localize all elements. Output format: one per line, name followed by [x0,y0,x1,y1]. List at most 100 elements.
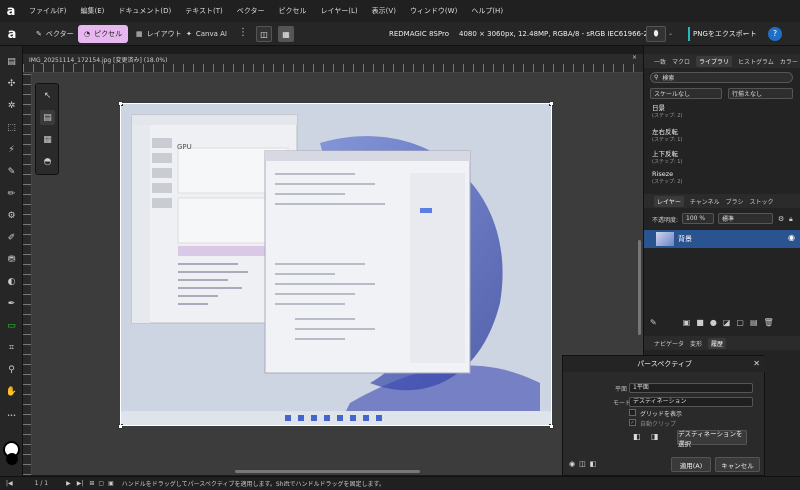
eyedropper-icon[interactable]: ⚲ [4,362,19,377]
menu-file[interactable]: ファイル(F) [22,6,74,16]
persona-pixel[interactable]: ◔ ピクセル [78,25,129,43]
live-filter-icon[interactable]: ◪ [723,318,731,327]
paint-brush-icon[interactable]: ✎ [4,164,19,179]
page-settings-icon[interactable]: ▣ [108,480,114,487]
chevron-down-icon[interactable]: ⌄ [668,30,673,37]
stamp-tool-icon[interactable]: ⛃ [4,252,19,267]
document-image[interactable]: GPU [120,103,552,426]
corner-handle-bl[interactable] [118,424,123,429]
scale-select[interactable]: スケールなし [650,88,722,99]
autoclip-checkbox[interactable]: ✓ [629,419,636,426]
help-icon[interactable]: ? [768,27,782,41]
history-item[interactable]: 日景 (ステップ: 2) [652,102,682,119]
blend-mode-select[interactable]: 標準 [718,213,773,224]
menu-window[interactable]: ウィンドウ(W) [403,6,464,16]
pointer-icon[interactable]: ↖ [40,88,55,103]
clone-tool-icon[interactable]: ⚙ [4,208,19,223]
cancel-button[interactable]: キャンセル [715,457,760,472]
menu-vector[interactable]: ベクター [230,6,272,16]
corner-handle-tl[interactable] [118,101,123,106]
export-chevron-icon[interactable]: ⌄ [742,30,747,37]
magic-wand-icon[interactable]: ⚡ [4,142,19,157]
more-tools-icon[interactable]: ••• [4,408,19,423]
plane-select[interactable]: 1平面 [629,383,753,393]
pen-tool-icon[interactable]: ✒ [4,296,19,311]
tab-histogram[interactable]: ヒストグラム [738,57,774,66]
spread-icon[interactable]: ▢ [98,480,104,487]
tab-layers[interactable]: レイヤー [654,195,684,207]
persona-layout[interactable]: ▦ レイアウト [130,25,188,43]
menu-document[interactable]: ドキュメント(D) [111,6,178,16]
brush-cluster-icon[interactable]: ✣ [4,76,19,91]
app-logo-icon[interactable]: a [0,0,22,22]
tab-library[interactable]: ライブラリ [696,55,733,67]
menu-text[interactable]: テキスト(T) [178,6,230,16]
add-layer-icon[interactable]: ▤ [750,318,758,327]
tab-color[interactable]: カラー [780,57,798,66]
group-icon[interactable]: ▢ [736,318,744,327]
dialog-close-icon[interactable]: ✕ [753,359,760,368]
mask-icon[interactable]: ■ [696,318,704,327]
export-settings-icon[interactable]: ⬮ [646,26,666,42]
crop-tool-icon[interactable]: ⌗ [4,340,19,355]
tab-match[interactable]: 一致 [654,57,666,66]
adjust-icon[interactable]: ● [710,318,717,327]
apply-button[interactable]: 適用(A) [671,457,711,472]
delete-layer-icon[interactable]: 🗑︎ [764,318,774,327]
lock-icon[interactable]: 🔒︎ [789,215,793,224]
move-tool-icon[interactable]: ▤ [4,54,19,69]
mesh-icon[interactable]: ▦ [40,132,55,147]
pixel-selection-icon[interactable]: ◫ [256,26,272,42]
add-page-icon[interactable]: ⊞ [89,480,94,487]
grid-checkbox[interactable] [629,409,636,416]
rectangle-tool-icon[interactable]: ▭ [4,318,19,333]
preview-eye-icon[interactable]: ◉ [569,460,575,468]
healing-tool-icon[interactable]: ✐ [4,230,19,245]
menu-view[interactable]: 表示(V) [365,6,403,16]
tab-channels[interactable]: チャンネル [690,197,720,206]
history-item[interactable]: 上下反転 (ステップ: 1) [652,148,682,165]
vertical-scrollbar[interactable] [638,240,641,335]
tab-transform[interactable]: 変形 [690,339,702,348]
background-color-swatch[interactable] [6,453,18,465]
corner-handle-br[interactable] [549,424,554,429]
corner-handle-tr[interactable] [549,101,554,106]
dodge-tool-icon[interactable]: ◐ [4,274,19,289]
rotate-icon[interactable]: ✲ [4,98,19,113]
history-item[interactable]: Riseze (ステップ: 2) [652,170,682,185]
tab-macro[interactable]: マクロ [672,57,690,66]
first-page-icon[interactable]: |◀ [6,480,13,487]
compare-icon[interactable]: ◫ [579,460,586,468]
rows-select[interactable]: 行揃えなし [728,88,793,99]
edit-layer-icon[interactable]: ✎ [650,318,657,327]
dest-mode-icon[interactable]: ◨ [651,432,659,441]
tab-brushes[interactable]: ブラシ [726,197,744,206]
library-search[interactable]: ⚲ 検索 [650,72,793,83]
history-item[interactable]: 左右反転 (ステップ: 1) [652,126,682,143]
grid-snap-icon[interactable]: ▦ [278,26,294,42]
menu-edit[interactable]: 編集(E) [74,6,112,16]
visibility-eye-icon[interactable]: ◉ [788,233,795,242]
tab-navigator[interactable]: ナビゲータ [654,339,684,348]
menu-pixel[interactable]: ピクセル [272,6,314,16]
persona-vector[interactable]: ✎ ベクター [30,25,80,43]
horizontal-scrollbar[interactable] [235,470,420,473]
source-mode-icon[interactable]: ◧ [633,432,641,441]
split-icon[interactable]: ◧ [590,460,597,468]
close-icon[interactable]: × [632,54,637,61]
last-page-icon[interactable]: ▶| [77,480,84,487]
sphere-icon[interactable]: ◓ [40,154,55,169]
persona-canva-ai[interactable]: ✦ Canva AI [180,25,233,43]
menu-layer[interactable]: レイヤー(L) [314,6,365,16]
tab-history[interactable]: 履歴 [708,337,727,349]
hand-tool-icon[interactable]: ✋ [4,384,19,399]
more-menu-icon[interactable]: ⋮ [238,27,248,38]
marquee-tool-icon[interactable]: ⬚ [4,120,19,135]
opacity-field[interactable]: 100 % [682,213,714,224]
mode-select[interactable]: デスティネーション [629,397,753,407]
layer-row-background[interactable]: 背景 ◉ [644,230,800,248]
menu-help[interactable]: ヘルプ(H) [464,6,510,16]
pencil-tool-icon[interactable]: ✏ [4,186,19,201]
fx-icon[interactable]: ▣ [683,318,691,327]
settings-gear-icon[interactable]: ⚙ [778,215,784,223]
